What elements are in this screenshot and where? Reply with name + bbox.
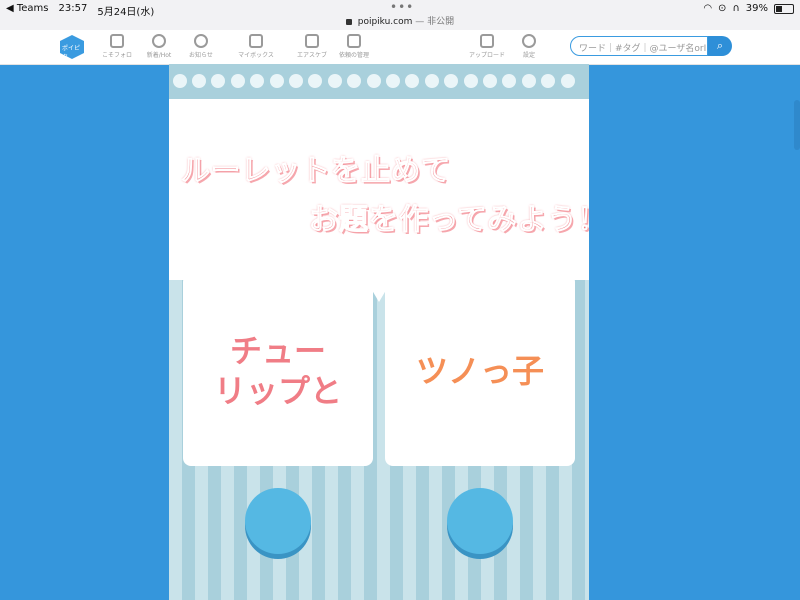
dot-strip — [169, 64, 589, 99]
decorative-dot — [328, 74, 342, 88]
roulette-card-left: チュー リップと — [183, 274, 373, 466]
decorative-dot — [386, 74, 400, 88]
card-left-line-1: チュー — [229, 332, 326, 370]
nav-upload[interactable]: アップロード — [467, 34, 507, 59]
nav-label: アップロード — [468, 52, 505, 59]
card-left-line-2: リップと — [213, 372, 342, 410]
search-button[interactable]: ⌕ — [708, 36, 732, 56]
decorative-dot — [289, 74, 303, 88]
roulette-card-right: ツノっ子 — [385, 274, 575, 466]
decorative-dot — [425, 74, 439, 88]
headline-line-2: お題を作ってみよう！ — [309, 202, 608, 237]
multitask-dots-icon[interactable]: ••• — [390, 0, 414, 14]
nav-request-management[interactable]: 依頼の管理 — [334, 34, 374, 59]
decorative-dot — [192, 74, 206, 88]
decorative-dot — [308, 74, 322, 88]
clock-icon — [152, 34, 166, 48]
smile-icon — [194, 34, 208, 48]
site-header: ポイピク こそフォロ 新着/Hot お知らせ マイボックス エアスケブ 依頼の管… — [0, 30, 800, 65]
speech-banner: ルーレットを止めて お題を作ってみよう！ — [169, 99, 607, 302]
stop-button-left[interactable] — [245, 488, 311, 554]
decorative-dot — [231, 74, 245, 88]
nav-notifications[interactable]: お知らせ — [181, 34, 221, 59]
url-row[interactable]: poipiku.com — 非公開 — [0, 14, 800, 27]
home-icon — [110, 34, 124, 48]
wifi-icon: ◠ — [703, 3, 713, 14]
decorative-dot — [347, 74, 361, 88]
decorative-dot — [405, 74, 419, 88]
decorative-dot — [561, 74, 575, 88]
decorative-dot — [502, 74, 516, 88]
folder-icon — [347, 34, 361, 48]
headphones-icon: ∩ — [732, 3, 740, 14]
nav-new-hot[interactable]: 新着/Hot — [139, 34, 179, 59]
nav-my-box[interactable]: マイボックス — [236, 34, 276, 59]
url-suffix: — 非公開 — [415, 17, 455, 27]
nav-label: 新着/Hot — [146, 52, 172, 59]
battery-percent: 39% — [745, 3, 768, 14]
nav-label: お知らせ — [189, 52, 213, 59]
decorative-dot — [522, 74, 536, 88]
decorative-dot — [173, 74, 187, 88]
headline-line-1: ルーレットを止めて — [180, 153, 452, 188]
box-icon — [249, 34, 263, 48]
page-scrollbar[interactable] — [794, 100, 800, 150]
nav-koso-follow[interactable]: こそフォロ — [97, 34, 137, 59]
gear-icon — [522, 34, 536, 48]
decorative-dot — [367, 74, 381, 88]
nav-label: こそフォロ — [101, 52, 132, 59]
decorative-dot — [250, 74, 264, 88]
card-right-text: ツノっ子 — [415, 352, 544, 390]
lock-icon — [345, 18, 352, 25]
ios-status-bar: ◀ Teams 23:57 5月24日(水) ••• poipiku.com —… — [0, 0, 800, 30]
nav-label: マイボックス — [238, 52, 274, 59]
search-input[interactable]: ワード｜#タグ｜@ユーザ名orID — [570, 36, 708, 56]
orientation-lock-icon: ⊙ — [718, 3, 727, 14]
decorative-dot — [270, 74, 284, 88]
decorative-dot — [483, 74, 497, 88]
search-icon: ⌕ — [716, 39, 724, 52]
nav-settings[interactable]: 設定 — [509, 34, 549, 59]
decorative-dot — [541, 74, 555, 88]
sketchbook-icon — [305, 34, 319, 48]
decorative-dot — [211, 74, 225, 88]
nav-label: 依頼の管理 — [338, 52, 369, 59]
battery-icon — [774, 3, 794, 14]
poipiku-logo[interactable]: ポイピク — [60, 35, 84, 59]
roulette-panel: ルーレットを止めて お題を作ってみよう！ チュー リップと ツノっ子 — [169, 64, 607, 600]
url-text: poipiku.com — [357, 17, 413, 27]
nav-air-skeb[interactable]: エアスケブ — [292, 34, 332, 59]
nav-label: 設定 — [522, 52, 535, 59]
upload-icon — [480, 34, 494, 48]
stop-button-right[interactable] — [447, 488, 513, 554]
decorative-dot — [444, 74, 458, 88]
status-right: ◠ ⊙ ∩ 39% — [703, 3, 794, 14]
decorative-dot — [464, 74, 478, 88]
nav-label: エアスケブ — [296, 52, 327, 59]
logo-text: ポイピク — [62, 45, 81, 61]
